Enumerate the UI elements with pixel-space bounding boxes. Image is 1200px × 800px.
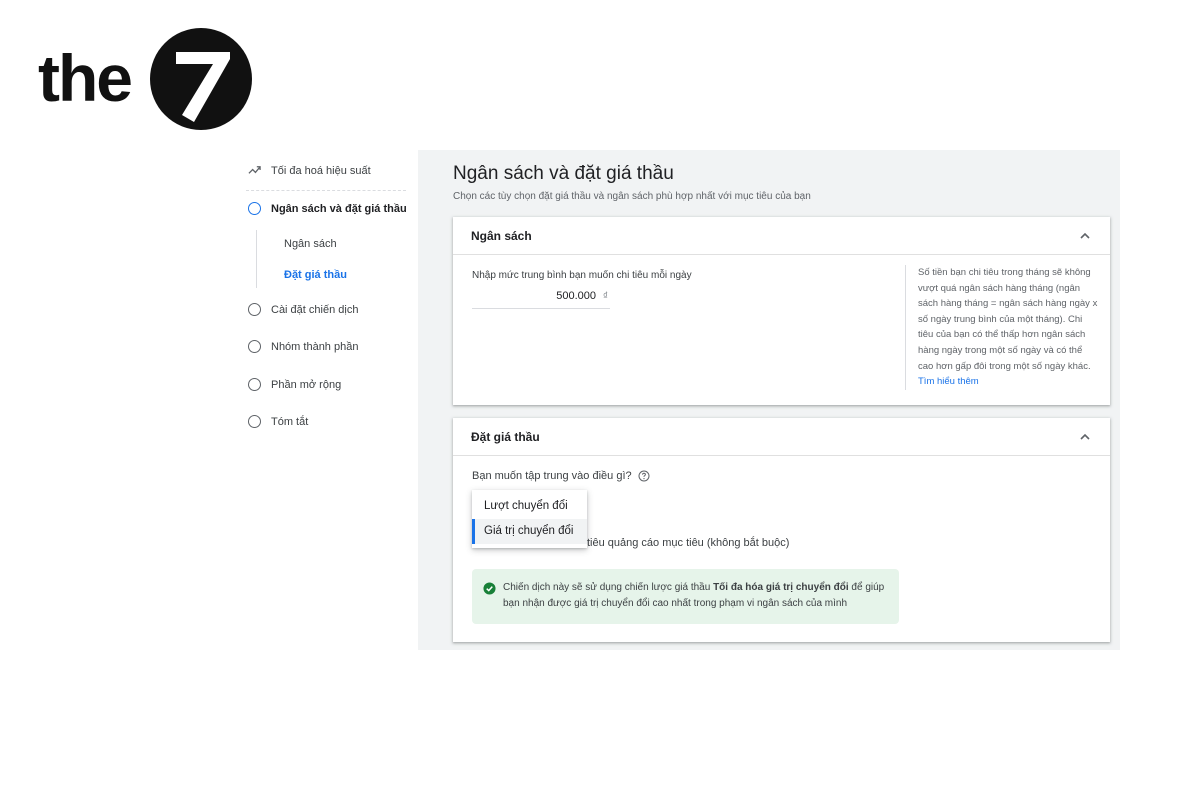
step-label: Cài đặt chiến dịch <box>271 303 359 316</box>
info-text-prefix: Chiến dịch này sẽ sử dụng chiến lược giá… <box>503 582 714 593</box>
logo-seven-mark <box>150 28 252 130</box>
chevron-up-icon[interactable] <box>1078 430 1092 444</box>
focus-question-label: Bạn muốn tập trung vào điều gì? <box>472 470 632 482</box>
step-summary[interactable]: Tóm tắt <box>248 415 308 428</box>
substep-budget[interactable]: Ngân sách <box>284 238 337 250</box>
bid-strategy-info: Chiến dịch này sẽ sử dụng chiến lược giá… <box>472 569 899 624</box>
budget-card: Ngân sách Nhập mức trung bình bạn muốn c… <box>453 217 1110 405</box>
step-budget-bidding[interactable]: Ngân sách và đặt giá thầu <box>248 202 407 215</box>
bidding-card-header[interactable]: Đặt giá thầu <box>453 418 1110 456</box>
logo-text: the <box>38 41 133 115</box>
bidding-card: Đặt giá thầu Bạn muốn tập trung vào điều… <box>453 418 1110 642</box>
step-label: Nhóm thành phần <box>271 340 359 353</box>
check-circle-icon <box>483 582 496 595</box>
steps-divider <box>246 190 406 191</box>
chevron-up-icon[interactable] <box>1078 229 1092 243</box>
step-circle-icon <box>248 303 261 316</box>
learn-more-link[interactable]: Tìm hiểu thêm <box>918 376 979 387</box>
budget-value: 500.000 <box>556 290 596 302</box>
trending-icon <box>248 166 261 174</box>
bidding-card-title: Đặt giá thầu <box>471 429 540 444</box>
substep-line <box>256 230 257 288</box>
seven-numeral-icon <box>176 52 230 122</box>
the7-logo: the <box>38 28 258 132</box>
budget-card-header[interactable]: Ngân sách <box>453 217 1110 255</box>
budget-note: Số tiền bạn chi tiêu trong tháng sẽ khôn… <box>905 265 1100 390</box>
step-circle-icon <box>248 415 261 428</box>
substep-bidding[interactable]: Đặt giá thầu <box>284 269 347 281</box>
step-circle-icon <box>248 378 261 391</box>
step-campaign-settings[interactable]: Cài đặt chiến dịch <box>248 303 358 316</box>
option-conversions[interactable]: Lượt chuyển đổi <box>472 494 587 519</box>
target-roas-checkbox-label[interactable]: tiêu quảng cáo mục tiêu (không bắt buộc) <box>587 537 789 549</box>
step-circle-icon <box>248 340 261 353</box>
campaign-steps-nav: Tối đa hoá hiệu suất Ngân sách và đặt gi… <box>236 150 418 650</box>
budget-card-title: Ngân sách <box>471 228 532 243</box>
step-circle-icon <box>248 202 261 215</box>
page-subtitle: Chọn các tùy chọn đặt giá thầu và ngân s… <box>453 191 811 202</box>
page-title: Ngân sách và đặt giá thầu <box>453 163 674 184</box>
focus-dropdown-menu: Lượt chuyển đổi Giá trị chuyển đổi <box>472 490 587 548</box>
step-extensions[interactable]: Phần mở rộng <box>248 378 341 391</box>
step-asset-groups[interactable]: Nhóm thành phần <box>248 340 358 353</box>
budget-field-label: Nhập mức trung bình bạn muốn chi tiêu mỗ… <box>472 270 692 281</box>
focus-question: Bạn muốn tập trung vào điều gì? <box>472 470 650 482</box>
help-icon[interactable] <box>638 470 650 482</box>
step-performance-max[interactable]: Tối đa hoá hiệu suất <box>248 164 371 177</box>
google-ads-screenshot: Tối đa hoá hiệu suất Ngân sách và đặt gi… <box>236 150 1120 650</box>
budget-note-text: Số tiền bạn chi tiêu trong tháng sẽ khôn… <box>918 267 1098 372</box>
step-label: Tối đa hoá hiệu suất <box>271 164 371 177</box>
option-conversion-value[interactable]: Giá trị chuyển đổi <box>472 519 587 544</box>
currency-symbol: ₫ <box>602 291 608 302</box>
info-strategy-name: Tối đa hóa giá trị chuyển đổi <box>713 582 849 593</box>
step-label: Ngân sách và đặt giá thầu <box>271 202 407 215</box>
step-label: Tóm tắt <box>271 415 309 428</box>
daily-budget-input[interactable]: 500.000 ₫ <box>472 287 610 309</box>
step-label: Phần mở rộng <box>271 378 342 391</box>
